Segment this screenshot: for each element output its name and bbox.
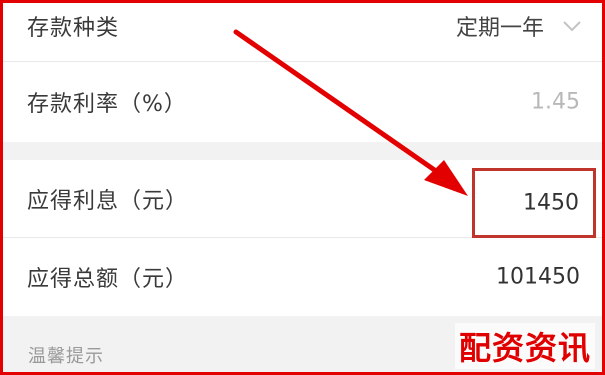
interest-rate-label: 存款利率（%） bbox=[27, 92, 187, 117]
interest-due-value: 1450 bbox=[523, 190, 579, 216]
total-due-value: 101450 bbox=[496, 264, 580, 290]
watermark-logo: 配资资讯 bbox=[454, 323, 595, 369]
deposit-type-row[interactable]: 存款种类 定期一年 bbox=[3, 0, 602, 62]
total-due-row: 应得总额（元） 101450 bbox=[3, 238, 602, 316]
deposit-type-label: 存款种类 bbox=[27, 16, 120, 41]
interest-due-highlight-box: 1450 bbox=[472, 168, 596, 238]
chevron-down-icon bbox=[563, 21, 581, 32]
deposit-type-value: 定期一年 bbox=[455, 16, 544, 41]
interest-rate-row: 存款利率（%） 1.45 bbox=[3, 62, 602, 142]
total-due-label: 应得总额（元） bbox=[27, 267, 189, 292]
interest-rate-value: 1.45 bbox=[531, 89, 580, 115]
tip-heading: 温馨提示 bbox=[28, 346, 104, 367]
interest-due-label: 应得利息（元） bbox=[27, 188, 189, 214]
deposit-type-select[interactable]: 定期一年 bbox=[456, 10, 582, 42]
